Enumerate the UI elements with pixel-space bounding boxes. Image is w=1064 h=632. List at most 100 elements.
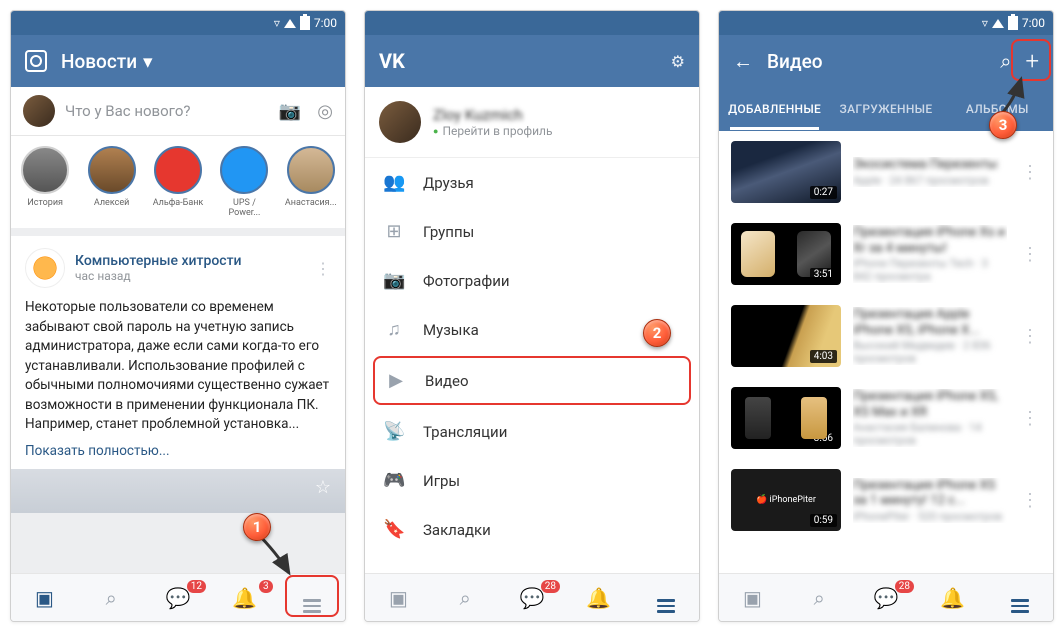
callout-3: 3 [989, 111, 1019, 141]
more-icon[interactable]: ⋮ [1019, 326, 1041, 347]
story-item[interactable]: Алексей [85, 146, 137, 218]
nav-messages-icon[interactable]: 💬12 [158, 586, 198, 610]
nav-news-icon[interactable]: ▣ [732, 586, 772, 610]
nav-notifications-icon[interactable]: 🔔3 [225, 586, 265, 610]
groups-icon: ⊞ [383, 221, 405, 242]
video-thumb: 4:03 [731, 305, 841, 367]
menu-friends[interactable]: 👥Друзья [365, 158, 699, 207]
chevron-down-icon: ▾ [143, 50, 153, 73]
appbar-title: Видео [767, 50, 986, 73]
profile-name: Zloy Kuzmich [433, 106, 553, 124]
more-icon[interactable]: ⋮ [315, 259, 331, 278]
status-bar [365, 11, 699, 35]
menu-groups[interactable]: ⊞Группы [365, 207, 699, 256]
story-item[interactable]: Анастасия... [285, 146, 337, 218]
photos-icon: 📷 [383, 270, 405, 291]
games-icon: 🎮 [383, 470, 405, 491]
callout-1: 1 [243, 513, 273, 543]
video-thumb: 🍎 iPhonePiter0:59 [731, 469, 841, 531]
post-time: час назад [75, 269, 242, 283]
bottom-nav: ▣ ⌕ 💬28 🔔 [719, 573, 1053, 621]
profile-go-link[interactable]: Перейти в профиль [433, 124, 553, 138]
video-row[interactable]: 4:03Презентация Apple iPhone XS, iPhone … [719, 295, 1053, 377]
more-icon[interactable]: ⋮ [1019, 244, 1041, 265]
live-icon[interactable]: ◎ [317, 101, 333, 122]
menu-photos[interactable]: 📷Фотографии [365, 256, 699, 305]
status-bar: ▿ 7:00 [719, 11, 1053, 35]
gear-icon[interactable]: ⚙ [671, 52, 685, 71]
appbar-menu: VK ⚙ [365, 35, 699, 87]
search-icon[interactable]: ⌕ [1000, 49, 1011, 73]
video-thumb: 0:27 [731, 141, 841, 203]
signal-icon [284, 19, 296, 28]
nav-news-icon[interactable]: ▣ [378, 586, 418, 610]
nav-search-icon[interactable]: ⌕ [445, 586, 485, 610]
post-body: Некоторые пользователи со временем забыв… [25, 298, 331, 435]
status-time: 7:00 [1022, 16, 1045, 30]
avatar[interactable] [379, 101, 421, 143]
show-more-link[interactable]: Показать полностью... [25, 443, 331, 459]
signal-icon [992, 19, 1004, 28]
wifi-icon: ▿ [982, 16, 988, 30]
profile-bar[interactable]: Zloy Kuzmich Перейти в профиль [365, 87, 699, 158]
nav-messages-icon[interactable]: 💬28 [866, 586, 906, 610]
phone-video: ▿ 7:00 ← Видео ⌕ + ДОБАВЛЕННЫЕ ЗАГРУЖЕНН… [718, 10, 1054, 622]
battery-icon [300, 16, 310, 30]
music-icon: ♫ [383, 319, 405, 340]
news-scroll[interactable]: Что у Вас нового? 📷 ◎ История Алексей Ал… [11, 87, 345, 573]
more-icon[interactable]: ⋮ [1019, 162, 1041, 183]
nav-menu-icon[interactable] [646, 583, 686, 613]
nav-notifications-icon[interactable]: 🔔 [933, 586, 973, 610]
appbar-title[interactable]: Новости▾ [61, 50, 331, 73]
menu-list: 👥Друзья ⊞Группы 📷Фотографии ♫Музыка ▶Вид… [365, 158, 699, 573]
composer-placeholder[interactable]: Что у Вас нового? [65, 102, 263, 120]
more-icon[interactable]: ⋮ [1019, 490, 1041, 511]
phone-menu: VK ⚙ Zloy Kuzmich Перейти в профиль 👥Дру… [364, 10, 700, 622]
appbar-news: Новости▾ [11, 35, 345, 87]
nav-messages-icon[interactable]: 💬28 [512, 586, 552, 610]
video-thumb: 3:51 [731, 223, 841, 285]
vk-logo[interactable]: VK [379, 49, 657, 73]
nav-search-icon[interactable]: ⌕ [91, 586, 131, 610]
live-icon: 📡 [383, 421, 405, 442]
avatar[interactable] [23, 95, 55, 127]
phone-newsfeed: ▿ 7:00 Новости▾ Что у Вас нового? 📷 ◎ Ис… [10, 10, 346, 622]
callout-2: 2 [643, 319, 673, 349]
camera-icon[interactable]: 📷 [279, 101, 301, 122]
more-icon[interactable]: ⋮ [1019, 408, 1041, 429]
menu-lives[interactable]: 📡Трансляции [365, 407, 699, 456]
stories-row[interactable]: История Алексей Альфа-Банк UPS / Power..… [11, 136, 345, 236]
menu-more[interactable]: ⋯Ещё [365, 554, 699, 573]
story-item[interactable]: История [19, 146, 71, 218]
video-icon: ▶ [385, 370, 407, 391]
post-avatar[interactable] [25, 248, 65, 288]
nav-search-icon[interactable]: ⌕ [799, 586, 839, 610]
nav-news-icon[interactable]: ▣ [24, 586, 64, 610]
bookmarks-icon: 🔖 [383, 519, 405, 540]
video-row[interactable]: 3:51Презентация iPhone Xs и Xr за 4 мину… [719, 213, 1053, 295]
camera-square-icon[interactable] [25, 50, 47, 72]
tab-uploaded[interactable]: ЗАГРУЖЕННЫЕ [830, 88, 941, 130]
menu-games[interactable]: 🎮Игры [365, 456, 699, 505]
post-card[interactable]: Компьютерные хитрости час назад ⋮ Некото… [11, 236, 345, 513]
video-scroll[interactable]: 0:27Экосистема ПерезентыApple · 24 867 п… [719, 131, 1053, 573]
post-author[interactable]: Компьютерные хитрости [75, 253, 242, 269]
menu-video[interactable]: ▶Видео [373, 356, 691, 405]
video-row[interactable]: 0:27Экосистема ПерезентыApple · 24 867 п… [719, 131, 1053, 213]
wifi-icon: ▿ [274, 16, 280, 30]
video-row[interactable]: 🍎 iPhonePiter0:59Презентация iPhone XS з… [719, 459, 1053, 541]
friends-icon: 👥 [383, 172, 405, 193]
status-time: 7:00 [314, 16, 337, 30]
menu-bookmarks[interactable]: 🔖Закладки [365, 505, 699, 554]
post-image[interactable] [11, 469, 345, 513]
status-bar: ▿ 7:00 [11, 11, 345, 35]
story-item[interactable]: UPS / Power... [218, 146, 270, 218]
nav-menu-icon[interactable] [1000, 583, 1040, 613]
video-thumb: 3:56 [731, 387, 841, 449]
composer[interactable]: Что у Вас нового? 📷 ◎ [11, 87, 345, 136]
story-item[interactable]: Альфа-Банк [152, 146, 204, 218]
back-icon[interactable]: ← [733, 49, 753, 74]
tab-added[interactable]: ДОБАВЛЕННЫЕ [719, 88, 830, 130]
video-row[interactable]: 3:56Презентация iPhone XS, XS Max и XRАн… [719, 377, 1053, 459]
nav-notifications-icon[interactable]: 🔔 [579, 586, 619, 610]
